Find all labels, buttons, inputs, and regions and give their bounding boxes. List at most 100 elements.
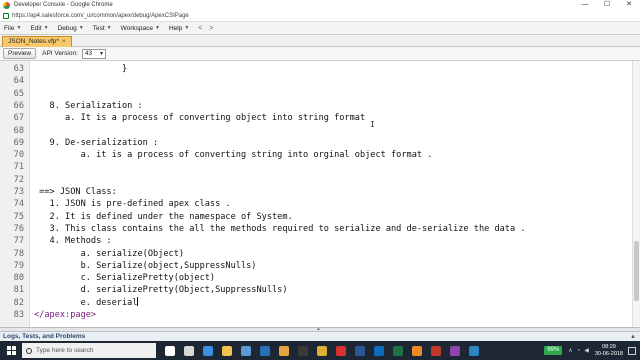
code-line: 83 </apex:page>	[0, 309, 630, 321]
search-placeholder: Type here to search	[36, 347, 94, 354]
window-titlebar: Developer Console - Google Chrome — ☐ ✕	[0, 0, 640, 10]
line-text: 1. JSON is pre-defined apex class .	[34, 199, 231, 210]
line-number: 65	[13, 88, 24, 99]
menu-debug[interactable]: Debug ▼	[58, 25, 84, 32]
bottom-panel-title: Logs, Tests, and Problems	[3, 333, 86, 340]
menu-test[interactable]: Test ▼	[93, 25, 112, 32]
api-version-select[interactable]: 43 ▼	[81, 48, 106, 59]
window-controls: — ☐ ✕	[574, 0, 640, 10]
code-line: 65	[0, 88, 630, 100]
nav-forward-button[interactable]: >	[209, 25, 213, 32]
menu-workspace-label: Workspace	[120, 24, 153, 32]
screen-recorder-icon[interactable]	[430, 345, 441, 356]
chevron-down-icon: ▼	[184, 25, 190, 31]
outlook-icon[interactable]	[373, 345, 384, 356]
code-line: 66 8. Serialization :	[0, 100, 630, 112]
paint-icon[interactable]	[278, 345, 289, 356]
menu-help-label: Help	[168, 24, 183, 32]
app-icon[interactable]	[449, 345, 460, 356]
edge-icon[interactable]	[202, 345, 213, 356]
taskbar-clock[interactable]: 08:29 30-06-2018	[595, 344, 623, 358]
line-text-content: e. deserial	[34, 297, 138, 308]
task-view-icon[interactable]	[183, 345, 194, 356]
taskbar-search-box[interactable]: Type here to search	[22, 343, 156, 358]
line-number: 69	[13, 137, 24, 148]
editor-scrollbar[interactable]	[632, 61, 640, 327]
code-line: 78 a. serialize(Object)	[0, 248, 630, 260]
store-icon[interactable]	[240, 345, 251, 356]
chrome-icon	[3, 1, 10, 9]
code-line: 63 }	[0, 63, 630, 75]
menu-test-label: Test	[92, 24, 105, 32]
menu-edit[interactable]: Edit ▼	[30, 25, 48, 32]
url-text[interactable]: https://ap4.salesforce.com/_ui/common/ap…	[12, 13, 189, 19]
bottom-panel-header[interactable]: Logs, Tests, and Problems ▲	[0, 331, 640, 341]
chevron-down-icon: ▼	[43, 25, 49, 31]
line-number: 83	[13, 310, 24, 320]
line-number: 63	[13, 64, 24, 74]
modified-marker: *	[56, 38, 59, 45]
vlc-icon[interactable]	[411, 345, 422, 356]
line-text: 3. This class contains the all the metho…	[34, 223, 526, 234]
chevron-down-icon: ▼	[16, 25, 22, 31]
cortana-icon[interactable]	[164, 345, 175, 356]
tab-label: JSON_Notes.vfp	[8, 38, 57, 45]
code-line: 76 3. This class contains the all the me…	[0, 223, 630, 235]
line-text: </apex:page>	[34, 310, 97, 320]
app2-icon[interactable]	[468, 345, 479, 356]
start-button[interactable]	[0, 341, 22, 360]
minimize-button[interactable]: —	[574, 0, 596, 10]
line-number: 72	[13, 174, 24, 185]
menu-help[interactable]: Help ▼	[169, 25, 189, 32]
expand-panel-icon[interactable]: ▲	[630, 334, 636, 340]
line-text: e. deserial	[34, 296, 139, 309]
chevron-up-icon[interactable]: ∧	[568, 347, 572, 354]
battery-indicator[interactable]: 99%	[544, 346, 563, 355]
line-text: 2. It is defined under the namespace of …	[34, 211, 293, 222]
close-tab-icon[interactable]: ×	[62, 38, 66, 45]
ibeam-cursor-icon: I	[370, 120, 375, 129]
photoshop-icon[interactable]	[259, 345, 270, 356]
code-line: 70 a. it is a process of converting stri…	[0, 149, 630, 161]
clock-date: 30-06-2018	[594, 350, 623, 357]
menu-file[interactable]: File ▼	[4, 25, 21, 32]
api-version-value: 43	[84, 49, 93, 57]
windows-taskbar: Type here to search 99% ∧ ◔ ◀ 08:29 30-0…	[0, 341, 640, 360]
lock-icon	[3, 12, 9, 19]
menu-workspace[interactable]: Workspace ▼	[121, 25, 160, 32]
code-line: 74 1. JSON is pre-defined apex class .	[0, 198, 630, 210]
line-text: d. serializePretty(Object,SuppressNulls)	[34, 285, 288, 296]
notification-icon[interactable]	[628, 346, 636, 355]
chevron-down-icon: ▼	[106, 25, 112, 31]
code-editor[interactable]: 63 } 64 65 66 8. Serialization : 67 a. I…	[0, 61, 640, 327]
tab-json-notes[interactable]: JSON_Notes.vfp* ×	[2, 36, 72, 47]
line-number: 73	[13, 187, 24, 197]
line-number: 68	[13, 125, 24, 136]
maximize-button[interactable]: ☐	[596, 0, 618, 10]
file-explorer-icon[interactable]	[221, 345, 232, 356]
chrome-icon[interactable]	[316, 345, 327, 356]
line-number: 75	[13, 211, 24, 222]
line-text: b. Serialize(object,SuppressNulls)	[34, 260, 257, 271]
chevron-down-icon: ▼	[154, 25, 160, 31]
address-bar[interactable]: https://ap4.salesforce.com/_ui/common/ap…	[0, 10, 640, 22]
camera-icon[interactable]	[297, 345, 308, 356]
code-line: 67 a. It is a process of converting obje…	[0, 112, 630, 124]
volume-icon[interactable]: ◀	[584, 347, 589, 354]
line-number: 80	[13, 273, 24, 284]
scrollbar-thumb[interactable]	[634, 241, 639, 301]
wifi-icon[interactable]: ◔	[577, 348, 581, 354]
menu-debug-label: Debug	[57, 24, 77, 32]
excel-icon[interactable]	[392, 345, 403, 356]
nav-back-button[interactable]: <	[198, 25, 202, 32]
preview-button[interactable]: Preview	[3, 48, 37, 59]
menu-bar: File ▼ Edit ▼ Debug ▼ Test ▼ Workspace ▼ Help…	[0, 22, 640, 35]
close-button[interactable]: ✕	[618, 0, 640, 10]
word-icon[interactable]	[354, 345, 365, 356]
opera-icon[interactable]	[335, 345, 346, 356]
editor-tab-bar: JSON_Notes.vfp* ×	[0, 35, 640, 47]
line-text: 9. De-serialization :	[34, 137, 159, 148]
editor-toolbar: Preview API Version: 43 ▼	[0, 47, 640, 61]
window-title: Developer Console - Google Chrome	[14, 2, 113, 8]
line-number: 82	[13, 297, 24, 308]
